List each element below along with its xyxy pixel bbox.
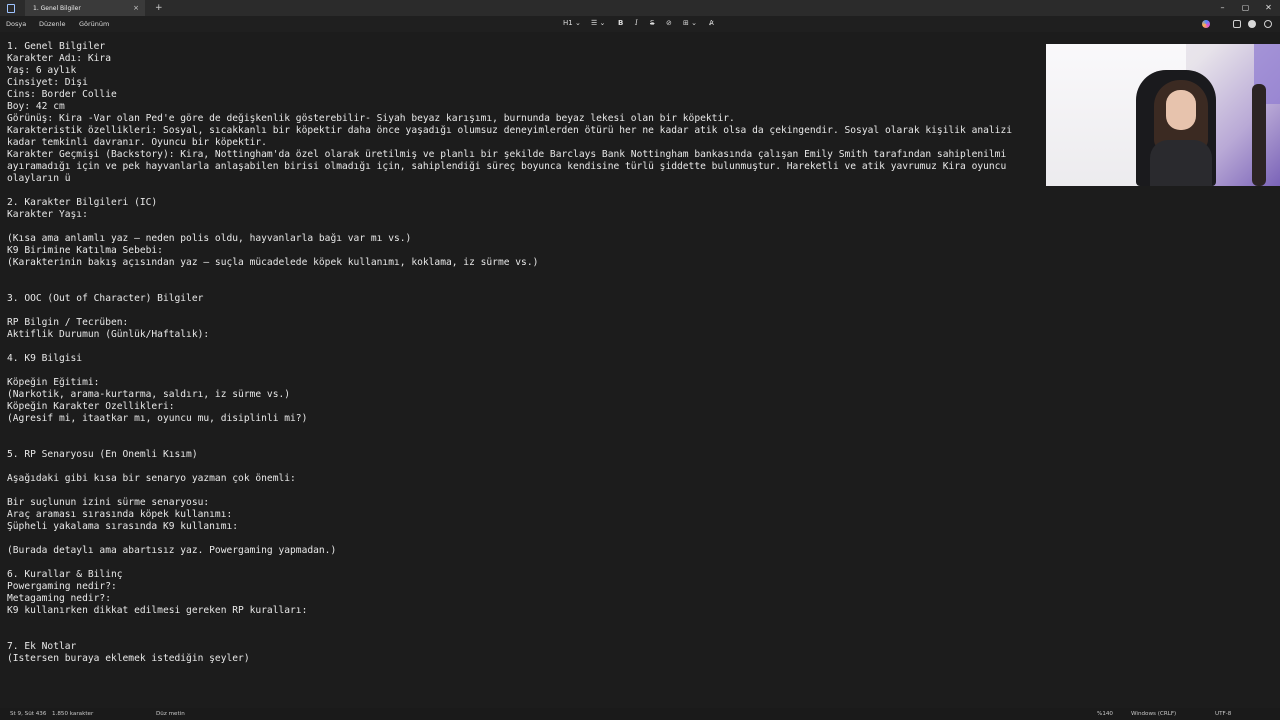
title-bar: 1. Genel Bilgiler × + – ▢ ✕ bbox=[0, 0, 1280, 16]
encoding[interactable]: UTF-8 bbox=[1215, 711, 1231, 717]
close-window-button[interactable]: ✕ bbox=[1257, 0, 1280, 16]
document-line: (Narkotik, arama-kurtarma, saldırı, iz s… bbox=[7, 389, 291, 400]
share-icon[interactable] bbox=[1233, 20, 1241, 28]
document-line: Karakteristik özellikleri: Sosyal, sıcak… bbox=[7, 125, 1013, 136]
document-line: K9 Birimine Katılma Sebebi: bbox=[7, 245, 163, 256]
notepad-icon bbox=[7, 3, 15, 13]
document-line: 7. Ek Notlar bbox=[7, 641, 77, 652]
line-ending[interactable]: Windows (CRLF) bbox=[1131, 711, 1176, 717]
document-line: (Burada detaylı ama abartısız yaz. Power… bbox=[7, 545, 337, 556]
menu-file[interactable]: Dosya bbox=[6, 20, 26, 28]
document-line: 1. Genel Bilgiler bbox=[7, 41, 106, 52]
maximize-button[interactable]: ▢ bbox=[1234, 0, 1257, 16]
document-line: Şüpheli yakalama sırasında K9 kullanımı: bbox=[7, 521, 239, 532]
menu-view[interactable]: Görünüm bbox=[79, 20, 109, 28]
document-line: K9 kullanırken dikkat edilmesi gereken R… bbox=[7, 605, 308, 616]
document-line: 3. OOC (Out of Character) Bilgiler bbox=[7, 293, 204, 304]
document-line: Karakter Yaşı: bbox=[7, 209, 88, 220]
document-line: olayların ü bbox=[7, 173, 71, 184]
menu-edit[interactable]: Düzenle bbox=[39, 20, 65, 28]
document-line: Aktiflik Durumun (Günlük/Haftalık): bbox=[7, 329, 210, 340]
heading-dropdown[interactable]: H1 ⌄ bbox=[563, 19, 581, 27]
list-dropdown[interactable]: ☰ ⌄ bbox=[591, 19, 605, 27]
document-line: 2. Karakter Bilgileri (IC) bbox=[7, 197, 158, 208]
clear-format-button[interactable]: A̷ bbox=[709, 19, 714, 27]
new-tab-button[interactable]: + bbox=[155, 3, 163, 13]
document-editor[interactable]: 1. Genel Bilgiler Karakter Adı: Kira Yaş: … bbox=[7, 41, 1047, 665]
document-line: Karakter Geçmişi (Backstory): Kira, Nott… bbox=[7, 149, 1007, 160]
close-tab-icon[interactable]: × bbox=[133, 4, 139, 12]
document-line: Cins: Border Collie bbox=[7, 89, 117, 100]
document-line: Metagaming nedir?: bbox=[7, 593, 111, 604]
character-count: 1.850 karakter bbox=[52, 711, 94, 717]
settings-gear-icon[interactable] bbox=[1264, 20, 1272, 28]
document-line: Araç araması sırasında köpek kullanımı: bbox=[7, 509, 233, 520]
document-line: Powergaming nedir?: bbox=[7, 581, 117, 592]
document-line: Boy: 42 cm bbox=[7, 101, 65, 112]
tab-title: 1. Genel Bilgiler bbox=[33, 4, 81, 12]
text-mode[interactable]: Düz metin bbox=[156, 711, 185, 717]
italic-button[interactable]: I bbox=[635, 19, 638, 27]
menu-bar: Dosya Düzenle Görünüm H1 ⌄ ☰ ⌄ B I S ⊘ ⊞… bbox=[0, 16, 1280, 32]
link-button[interactable]: ⊘ bbox=[666, 19, 672, 27]
document-line: Aşağıdaki gibi kısa bir senaryo yazman ç… bbox=[7, 473, 296, 484]
document-line: (Kısa ama anlamlı yaz — neden polis oldu… bbox=[7, 233, 412, 244]
document-line: Köpeğin Eğitimi: bbox=[7, 377, 100, 388]
bold-button[interactable]: B bbox=[618, 19, 623, 27]
document-line: (Karakterinin bakış açısından yaz — suçl… bbox=[7, 257, 539, 268]
webcam-overlay bbox=[1046, 44, 1280, 186]
document-line: 6. Kurallar & Bilinç bbox=[7, 569, 123, 580]
cursor-position: St 9, Süt 436 bbox=[10, 711, 47, 717]
document-line: kadar temkinli davranır. Oyuncu bir köpe… bbox=[7, 137, 267, 148]
document-line: Karakter Adı: Kira bbox=[7, 53, 111, 64]
zoom-level[interactable]: %140 bbox=[1097, 711, 1113, 717]
document-line: Yaş: 6 aylık bbox=[7, 65, 77, 76]
document-line: ayıramadığı için ve pek hayvanlarla anla… bbox=[7, 161, 1007, 172]
document-line: Bir suçlunun izini sürme senaryosu: bbox=[7, 497, 210, 508]
document-line: Cinsiyet: Dişi bbox=[7, 77, 88, 88]
document-line: RP Bilgin / Tecrüben: bbox=[7, 317, 129, 328]
strikethrough-button[interactable]: S bbox=[650, 19, 654, 27]
document-line: 5. RP Senaryosu (En Önemli Kısım) bbox=[7, 449, 198, 460]
avatar[interactable] bbox=[1248, 20, 1256, 28]
tab-document[interactable]: 1. Genel Bilgiler × bbox=[25, 0, 145, 16]
document-line: Köpeğin Karakter Özellikleri: bbox=[7, 401, 175, 412]
copilot-icon[interactable] bbox=[1202, 20, 1210, 28]
window-controls: – ▢ ✕ bbox=[1211, 0, 1280, 16]
document-line: (Agresif mi, itaatkar mı, oyuncu mu, dis… bbox=[7, 413, 308, 424]
document-line: 4. K9 Bilgisi bbox=[7, 353, 83, 364]
document-line: Görünüş: Kira -Var olan Ped'e göre de de… bbox=[7, 113, 735, 124]
table-dropdown[interactable]: ⊞ ⌄ bbox=[683, 19, 697, 27]
document-line: (İstersen buraya eklemek istediğin şeyle… bbox=[7, 653, 250, 664]
status-bar: St 9, Süt 436 1.850 karakter Düz metin %… bbox=[0, 708, 1280, 720]
minimize-button[interactable]: – bbox=[1211, 0, 1234, 16]
